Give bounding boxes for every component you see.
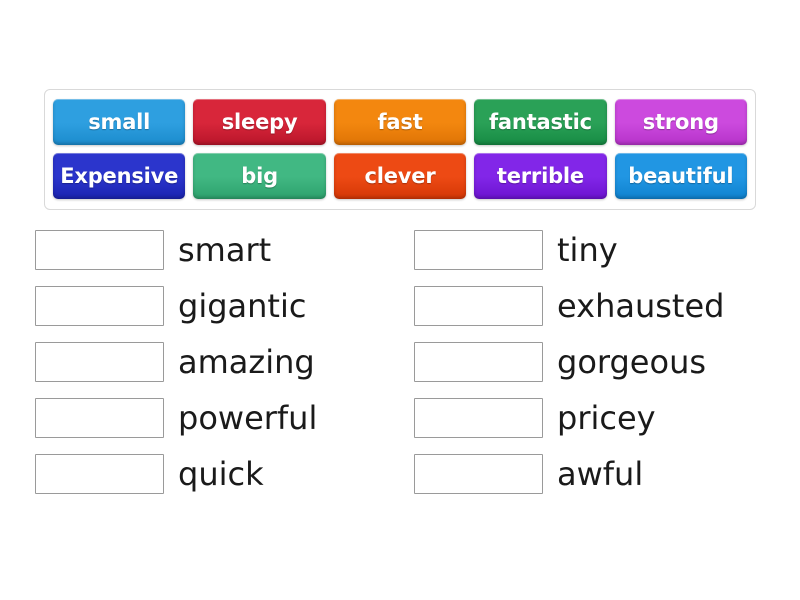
word-tile-small[interactable]: small: [53, 99, 186, 145]
answer-word-exhausted: exhausted: [557, 287, 725, 325]
word-tile-terrible[interactable]: terrible: [474, 153, 607, 199]
drop-slot-smart[interactable]: [35, 230, 164, 270]
word-tile-big[interactable]: big: [193, 153, 326, 199]
word-tile-expensive[interactable]: Expensive: [53, 153, 186, 199]
word-tile-tray: small sleepy fast fantastic strong Expen…: [44, 89, 756, 210]
answer-word-amazing: amazing: [178, 343, 315, 381]
answer-row: pricey: [414, 396, 724, 440]
answer-word-gigantic: gigantic: [178, 287, 307, 325]
word-tile-label: fast: [377, 109, 423, 134]
word-tile-beautiful[interactable]: beautiful: [614, 153, 748, 199]
answer-row: gorgeous: [414, 340, 724, 384]
answer-column-right: tiny exhausted gorgeous pricey awful: [414, 228, 724, 508]
word-tile-label: clever: [364, 163, 436, 188]
word-tile-label: fantastic: [488, 109, 592, 134]
word-tile-label: beautiful: [628, 163, 734, 188]
word-tile-label: big: [241, 163, 278, 188]
drop-slot-pricey[interactable]: [414, 398, 543, 438]
drop-slot-tiny[interactable]: [414, 230, 543, 270]
answer-word-gorgeous: gorgeous: [557, 343, 707, 381]
answer-row: quick: [35, 452, 317, 496]
answer-word-tiny: tiny: [557, 231, 618, 269]
word-tile-sleepy[interactable]: sleepy: [193, 99, 326, 145]
answer-word-smart: smart: [178, 231, 272, 269]
answer-word-quick: quick: [178, 455, 264, 493]
answer-word-awful: awful: [557, 455, 644, 493]
word-tile-row-2: Expensive big clever terrible beautiful: [49, 149, 751, 203]
answer-row: smart: [35, 228, 317, 272]
activity-canvas: small sleepy fast fantastic strong Expen…: [0, 0, 800, 600]
word-tile-label: strong: [642, 109, 719, 134]
word-tile-label: sleepy: [221, 109, 298, 134]
answer-row: exhausted: [414, 284, 724, 328]
answer-row: tiny: [414, 228, 724, 272]
drop-slot-gigantic[interactable]: [35, 286, 164, 326]
word-tile-label: terrible: [496, 163, 584, 188]
word-tile-row-1: small sleepy fast fantastic strong: [49, 95, 751, 149]
drop-slot-awful[interactable]: [414, 454, 543, 494]
drop-slot-exhausted[interactable]: [414, 286, 543, 326]
word-tile-clever[interactable]: clever: [333, 153, 467, 199]
answer-word-powerful: powerful: [178, 399, 318, 437]
word-tile-label: small: [88, 109, 151, 134]
answer-row: gigantic: [35, 284, 317, 328]
drop-slot-gorgeous[interactable]: [414, 342, 543, 382]
word-tile-strong[interactable]: strong: [614, 99, 748, 145]
word-tile-fantastic[interactable]: fantastic: [474, 99, 607, 145]
drop-slot-quick[interactable]: [35, 454, 164, 494]
answer-row: awful: [414, 452, 724, 496]
word-tile-fast[interactable]: fast: [333, 99, 467, 145]
answer-row: powerful: [35, 396, 317, 440]
drop-slot-amazing[interactable]: [35, 342, 164, 382]
word-tile-label: Expensive: [60, 163, 179, 188]
answer-row: amazing: [35, 340, 317, 384]
answer-word-pricey: pricey: [557, 399, 656, 437]
drop-slot-powerful[interactable]: [35, 398, 164, 438]
answer-column-left: smart gigantic amazing powerful quick: [35, 228, 317, 508]
